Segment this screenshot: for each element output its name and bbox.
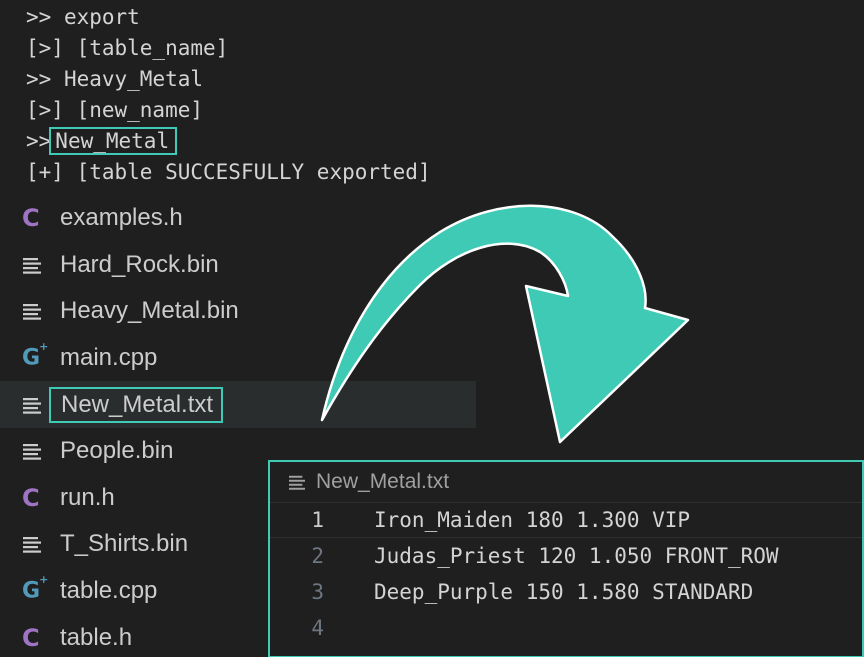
c-header-icon: C	[22, 623, 40, 652]
line-text: Iron_Maiden 180 1.300 VIP	[374, 508, 691, 532]
editor-panel: New_Metal.txt 1 Iron_Maiden 180 1.300 VI…	[268, 460, 864, 657]
file-item-main-cpp[interactable]: G+ main.cpp	[0, 335, 476, 382]
line-number: 1	[311, 508, 324, 532]
terminal: >> export [>] [table_name] >> Heavy_Meta…	[26, 2, 526, 188]
file-name-highlighted: New_Metal.txt	[49, 386, 224, 423]
terminal-prompt: >>	[26, 129, 52, 153]
text-lines-icon	[22, 302, 58, 321]
editor-tab[interactable]: New_Metal.txt	[270, 462, 862, 502]
code-line: 2 Judas_Priest 120 1.050 FRONT_ROW	[270, 538, 862, 574]
terminal-prompt: [>]	[26, 98, 77, 122]
terminal-prompt: >>	[26, 67, 64, 91]
file-item-heavy-metal-bin[interactable]: Heavy_Metal.bin	[0, 288, 476, 335]
file-name: table.cpp	[60, 577, 158, 605]
file-name: T_Shirts.bin	[60, 530, 189, 558]
screenshot-stage: >> export [>] [table_name] >> Heavy_Meta…	[0, 0, 864, 657]
file-item-examples-h[interactable]: C examples.h	[0, 195, 476, 242]
terminal-success-message: [table SUCCESFULLY exported]	[76, 160, 431, 184]
editor-tab-title: New_Metal.txt	[316, 470, 450, 493]
text-lines-icon	[22, 256, 58, 274]
file-name: Heavy_Metal.bin	[60, 297, 239, 325]
file-name: Hard_Rock.bin	[60, 250, 219, 278]
file-name: run.h	[60, 483, 115, 511]
line-number: 3	[311, 580, 324, 604]
text-lines-icon	[22, 535, 58, 554]
code-line: 4	[270, 610, 862, 646]
terminal-text: Heavy_Metal	[63, 67, 204, 91]
cpp-icon: G+	[22, 339, 49, 371]
terminal-line: >> export	[26, 2, 526, 33]
line-text: Deep_Purple 150 1.580 STANDARD	[374, 580, 754, 604]
file-name: examples.h	[60, 204, 183, 232]
editor-body[interactable]: 1 Iron_Maiden 180 1.300 VIP 2 Judas_Prie…	[270, 502, 862, 646]
line-number: 4	[311, 616, 324, 640]
text-lines-icon	[288, 474, 316, 490]
terminal-line: [>] [table_name]	[26, 33, 526, 64]
c-header-icon: C	[22, 204, 40, 233]
terminal-text: [table_name]	[76, 36, 229, 60]
file-item-hard-rock-bin[interactable]: Hard_Rock.bin	[0, 242, 476, 289]
file-name: table.h	[60, 623, 133, 651]
terminal-prompt: >>	[26, 5, 64, 29]
c-header-icon: C	[22, 483, 40, 512]
terminal-line: [>] [new_name]	[26, 95, 526, 126]
terminal-line: >> Heavy_Metal	[26, 64, 526, 95]
line-number: 2	[311, 544, 324, 568]
terminal-text: [new_name]	[76, 98, 204, 122]
code-line: 1 Iron_Maiden 180 1.300 VIP	[270, 502, 862, 538]
line-text: Judas_Priest 120 1.050 FRONT_ROW	[374, 544, 779, 568]
terminal-text: export	[63, 5, 140, 29]
terminal-prompt: [+]	[26, 160, 77, 184]
cpp-icon: G+	[22, 572, 49, 604]
terminal-prompt: [>]	[26, 36, 77, 60]
terminal-input-highlighted[interactable]: New_Metal	[49, 127, 178, 155]
text-lines-icon	[22, 442, 58, 460]
terminal-line: >> New_Metal	[26, 126, 526, 157]
file-item-new-metal-txt[interactable]: New_Metal.txt	[0, 381, 476, 428]
terminal-line: [+] [table SUCCESFULLY exported]	[26, 157, 526, 188]
file-name: People.bin	[60, 437, 174, 465]
code-line: 3 Deep_Purple 150 1.580 STANDARD	[270, 574, 862, 610]
file-name: main.cpp	[60, 344, 158, 372]
